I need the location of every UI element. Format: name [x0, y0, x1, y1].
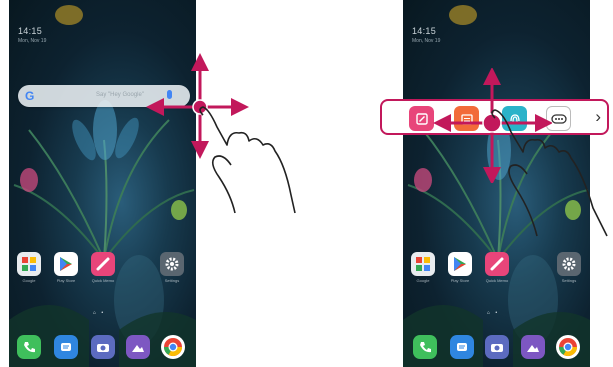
phone-icon[interactable]	[413, 335, 437, 359]
hand-pointer-icon	[491, 109, 608, 237]
gallery-icon[interactable]	[126, 335, 150, 359]
app-label-google: Google	[22, 278, 36, 283]
app-label-memo: Quick Memo	[91, 278, 115, 283]
folder-icon[interactable]	[411, 252, 435, 276]
google-g-icon: G	[25, 89, 35, 103]
phone-icon[interactable]	[17, 335, 41, 359]
camera-icon[interactable]	[485, 335, 509, 359]
clock-time: 14:15	[18, 26, 43, 36]
camera-icon[interactable]	[91, 335, 115, 359]
app-label-settings: Settings	[561, 278, 577, 283]
page-indicator: ⌂ •	[93, 310, 106, 316]
gallery-icon[interactable]	[521, 335, 545, 359]
clock-date: Mon, Nov 19	[412, 38, 441, 44]
pen-icon[interactable]	[91, 252, 115, 276]
app-label-play: Play Store	[56, 278, 76, 283]
play-store-icon[interactable]	[448, 252, 472, 276]
message-icon[interactable]	[450, 335, 474, 359]
clock-time: 14:15	[412, 26, 437, 36]
chrome-icon[interactable]	[161, 335, 185, 359]
chrome-icon[interactable]	[556, 335, 580, 359]
search-placeholder: Say "Hey Google"	[96, 92, 144, 98]
clock-date: Mon, Nov 19	[18, 38, 47, 44]
pen-icon[interactable]	[485, 252, 509, 276]
app-label-play: Play Store	[450, 278, 470, 283]
message-icon[interactable]	[54, 335, 78, 359]
app-label-memo: Quick Memo	[485, 278, 509, 283]
memo-icon[interactable]	[409, 106, 434, 131]
hand-pointer-icon	[199, 106, 296, 214]
folder-icon[interactable]	[17, 252, 41, 276]
gear-icon[interactable]	[557, 252, 581, 276]
page-indicator: ⌂ •	[487, 310, 500, 316]
app-label-google: Google	[416, 278, 430, 283]
gear-icon[interactable]	[160, 252, 184, 276]
play-store-icon[interactable]	[54, 252, 78, 276]
app-label-settings: Settings	[164, 278, 180, 283]
